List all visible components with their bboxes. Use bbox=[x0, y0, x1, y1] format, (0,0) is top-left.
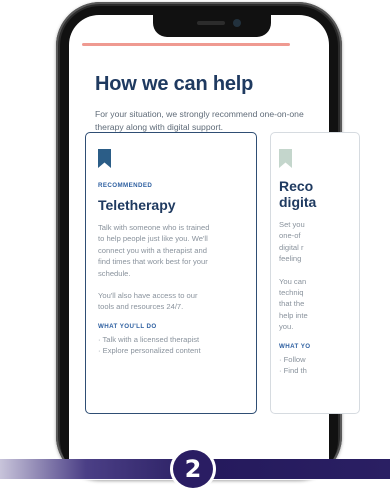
card-description-extra: You can techniq that the help inte you. bbox=[279, 276, 308, 332]
activity-list: · Talk with a licensed therapist · Explo… bbox=[98, 334, 244, 356]
option-card-teletherapy[interactable]: RECOMMENDED Teletherapy Talk with someon… bbox=[85, 132, 257, 414]
activity-list: · Follow · Find th bbox=[279, 354, 359, 376]
card-title: Reco digita bbox=[279, 178, 317, 210]
bookmark-icon bbox=[98, 149, 111, 168]
page-intro: For your situation, we strongly recommen… bbox=[95, 109, 304, 132]
card-description-extra: You'll also have access to our tools and… bbox=[98, 291, 198, 312]
bookmark-icon bbox=[279, 149, 292, 168]
card-title: Teletherapy bbox=[98, 197, 176, 213]
speaker-grille bbox=[197, 21, 225, 25]
card-description: Talk with someone who is trained to help… bbox=[98, 223, 210, 278]
list-item: · Find th bbox=[279, 365, 307, 375]
page-title: How we can help bbox=[95, 73, 254, 95]
list-item: · Follow bbox=[279, 354, 306, 364]
phone-frame: How we can help For your situation, we s… bbox=[56, 2, 360, 480]
step-number-badge: 2 bbox=[170, 447, 216, 491]
recommended-label: RECOMMENDED bbox=[98, 182, 153, 189]
list-item: · Explore personalized content bbox=[98, 345, 201, 355]
what-youll-do-label: WHAT YO bbox=[279, 342, 311, 350]
option-card-digital[interactable]: Reco digita Set you one-of digital r fee… bbox=[270, 132, 360, 414]
list-item: · Talk with a licensed therapist bbox=[98, 334, 200, 344]
what-youll-do-label: WHAT YOU'LL DO bbox=[98, 322, 157, 330]
phone-notch bbox=[153, 15, 271, 37]
card-description: Set you one-of digital r feeling bbox=[279, 220, 305, 264]
progress-accent-bar bbox=[82, 43, 290, 46]
front-camera bbox=[233, 19, 241, 27]
